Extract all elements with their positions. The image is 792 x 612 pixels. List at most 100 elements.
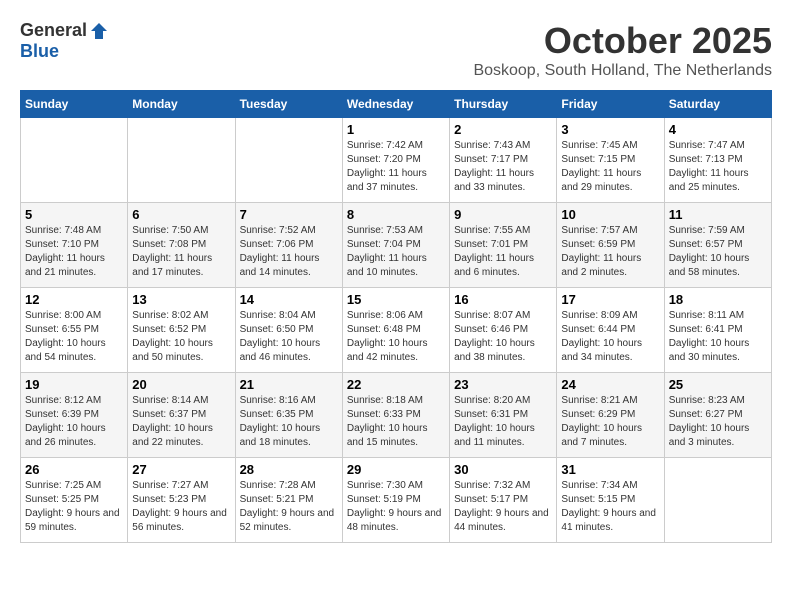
day-header-wednesday: Wednesday — [342, 91, 449, 118]
day-number: 3 — [561, 122, 659, 137]
calendar-cell: 25 Sunrise: 8:23 AM Sunset: 6:27 PM Dayli… — [664, 373, 771, 458]
day-number: 30 — [454, 462, 552, 477]
calendar-cell: 1Sunrise: 7:42 AM Sunset: 7:20 PM Daylig… — [342, 118, 449, 203]
day-info: Sunrise: 7:52 AM Sunset: 7:06 PM Dayligh… — [240, 224, 338, 280]
calendar-cell: 2 Sunrise: 7:43 AM Sunset: 7:17 PM Daylig… — [450, 118, 557, 203]
calendar-cell: 3 Sunrise: 7:45 AM Sunset: 7:15 PM Daylig… — [557, 118, 664, 203]
day-info: Sunrise: 8:18 AM Sunset: 6:33 PM Dayligh… — [347, 394, 445, 450]
day-header-sunday: Sunday — [21, 91, 128, 118]
day-info: Sunrise: 7:57 AM Sunset: 6:59 PM Dayligh… — [561, 224, 659, 280]
calendar-cell: 30 Sunrise: 7:32 AM Sunset: 5:17 PM Dayli… — [450, 458, 557, 543]
logo-general-text: General — [20, 20, 87, 41]
day-info: Sunrise: 7:30 AM Sunset: 5:19 PM Dayligh… — [347, 479, 445, 535]
calendar-cell: 21Sunrise: 8:16 AM Sunset: 6:35 PM Dayli… — [235, 373, 342, 458]
calendar-cell: 9 Sunrise: 7:55 AM Sunset: 7:01 PM Daylig… — [450, 203, 557, 288]
day-number: 5 — [25, 207, 123, 222]
day-number: 23 — [454, 377, 552, 392]
title-area: October 2025 Boskoop, South Holland, The… — [473, 20, 772, 80]
logo: General Blue — [20, 20, 109, 62]
calendar-week-row: 1Sunrise: 7:42 AM Sunset: 7:20 PM Daylig… — [21, 118, 772, 203]
day-header-friday: Friday — [557, 91, 664, 118]
calendar-cell — [21, 118, 128, 203]
day-number: 19 — [25, 377, 123, 392]
calendar-cell: 13 Sunrise: 8:02 AM Sunset: 6:52 PM Dayli… — [128, 288, 235, 373]
day-info: Sunrise: 7:50 AM Sunset: 7:08 PM Dayligh… — [132, 224, 230, 280]
calendar-cell: 24 Sunrise: 8:21 AM Sunset: 6:29 PM Dayli… — [557, 373, 664, 458]
location: Boskoop, South Holland, The Netherlands — [473, 62, 772, 80]
day-number: 25 — [669, 377, 767, 392]
day-number: 4 — [669, 122, 767, 137]
day-number: 26 — [25, 462, 123, 477]
day-number: 14 — [240, 292, 338, 307]
calendar-cell: 16 Sunrise: 8:07 AM Sunset: 6:46 PM Dayli… — [450, 288, 557, 373]
calendar-cell: 18 Sunrise: 8:11 AM Sunset: 6:41 PM Dayli… — [664, 288, 771, 373]
calendar-cell: 11Sunrise: 7:59 AM Sunset: 6:57 PM Dayli… — [664, 203, 771, 288]
calendar-cell: 26 Sunrise: 7:25 AM Sunset: 5:25 PM Dayli… — [21, 458, 128, 543]
calendar-cell: 5 Sunrise: 7:48 AM Sunset: 7:10 PM Daylig… — [21, 203, 128, 288]
day-number: 31 — [561, 462, 659, 477]
day-number: 8 — [347, 207, 445, 222]
day-number: 17 — [561, 292, 659, 307]
calendar-cell: 29 Sunrise: 7:30 AM Sunset: 5:19 PM Dayli… — [342, 458, 449, 543]
calendar-cell: 7 Sunrise: 7:52 AM Sunset: 7:06 PM Daylig… — [235, 203, 342, 288]
day-info: Sunrise: 7:34 AM Sunset: 5:15 PM Dayligh… — [561, 479, 659, 535]
day-number: 12 — [25, 292, 123, 307]
day-info: Sunrise: 7:43 AM Sunset: 7:17 PM Dayligh… — [454, 139, 552, 195]
calendar-cell: 6Sunrise: 7:50 AM Sunset: 7:08 PM Daylig… — [128, 203, 235, 288]
day-info: Sunrise: 7:45 AM Sunset: 7:15 PM Dayligh… — [561, 139, 659, 195]
day-info: Sunrise: 8:21 AM Sunset: 6:29 PM Dayligh… — [561, 394, 659, 450]
calendar-week-row: 19 Sunrise: 8:12 AM Sunset: 6:39 PM Dayli… — [21, 373, 772, 458]
day-info: Sunrise: 7:32 AM Sunset: 5:17 PM Dayligh… — [454, 479, 552, 535]
day-info: Sunrise: 8:12 AM Sunset: 6:39 PM Dayligh… — [25, 394, 123, 450]
day-number: 16 — [454, 292, 552, 307]
day-info: Sunrise: 8:23 AM Sunset: 6:27 PM Dayligh… — [669, 394, 767, 450]
day-info: Sunrise: 7:42 AM Sunset: 7:20 PM Dayligh… — [347, 139, 445, 195]
day-number: 24 — [561, 377, 659, 392]
day-info: Sunrise: 8:02 AM Sunset: 6:52 PM Dayligh… — [132, 309, 230, 365]
day-info: Sunrise: 8:06 AM Sunset: 6:48 PM Dayligh… — [347, 309, 445, 365]
day-info: Sunrise: 7:55 AM Sunset: 7:01 PM Dayligh… — [454, 224, 552, 280]
day-number: 22 — [347, 377, 445, 392]
calendar-cell: 8Sunrise: 7:53 AM Sunset: 7:04 PM Daylig… — [342, 203, 449, 288]
day-number: 18 — [669, 292, 767, 307]
calendar-week-row: 26 Sunrise: 7:25 AM Sunset: 5:25 PM Dayli… — [21, 458, 772, 543]
day-number: 20 — [132, 377, 230, 392]
day-header-tuesday: Tuesday — [235, 91, 342, 118]
logo-icon — [89, 21, 109, 41]
calendar-week-row: 12Sunrise: 8:00 AM Sunset: 6:55 PM Dayli… — [21, 288, 772, 373]
calendar-cell: 4Sunrise: 7:47 AM Sunset: 7:13 PM Daylig… — [664, 118, 771, 203]
day-number: 10 — [561, 207, 659, 222]
day-info: Sunrise: 7:48 AM Sunset: 7:10 PM Dayligh… — [25, 224, 123, 280]
logo-blue-text: Blue — [20, 41, 59, 62]
day-info: Sunrise: 7:25 AM Sunset: 5:25 PM Dayligh… — [25, 479, 123, 535]
calendar-cell — [128, 118, 235, 203]
calendar-cell: 31 Sunrise: 7:34 AM Sunset: 5:15 PM Dayli… — [557, 458, 664, 543]
calendar-cell: 17 Sunrise: 8:09 AM Sunset: 6:44 PM Dayli… — [557, 288, 664, 373]
day-number: 13 — [132, 292, 230, 307]
day-info: Sunrise: 7:28 AM Sunset: 5:21 PM Dayligh… — [240, 479, 338, 535]
calendar-cell: 22 Sunrise: 8:18 AM Sunset: 6:33 PM Dayli… — [342, 373, 449, 458]
day-info: Sunrise: 7:27 AM Sunset: 5:23 PM Dayligh… — [132, 479, 230, 535]
calendar-header-row: SundayMondayTuesdayWednesdayThursdayFrid… — [21, 91, 772, 118]
day-number: 2 — [454, 122, 552, 137]
header: General Blue October 2025 Boskoop, South… — [20, 20, 772, 80]
day-number: 27 — [132, 462, 230, 477]
day-header-monday: Monday — [128, 91, 235, 118]
day-info: Sunrise: 8:09 AM Sunset: 6:44 PM Dayligh… — [561, 309, 659, 365]
calendar-cell: 23Sunrise: 8:20 AM Sunset: 6:31 PM Dayli… — [450, 373, 557, 458]
day-number: 15 — [347, 292, 445, 307]
calendar-cell — [664, 458, 771, 543]
calendar-cell: 19 Sunrise: 8:12 AM Sunset: 6:39 PM Dayli… — [21, 373, 128, 458]
day-info: Sunrise: 8:07 AM Sunset: 6:46 PM Dayligh… — [454, 309, 552, 365]
calendar-table: SundayMondayTuesdayWednesdayThursdayFrid… — [20, 90, 772, 543]
day-number: 9 — [454, 207, 552, 222]
day-number: 28 — [240, 462, 338, 477]
calendar-cell — [235, 118, 342, 203]
calendar-cell: 10 Sunrise: 7:57 AM Sunset: 6:59 PM Dayli… — [557, 203, 664, 288]
day-info: Sunrise: 8:11 AM Sunset: 6:41 PM Dayligh… — [669, 309, 767, 365]
day-info: Sunrise: 8:04 AM Sunset: 6:50 PM Dayligh… — [240, 309, 338, 365]
month-title: October 2025 — [473, 20, 772, 62]
day-info: Sunrise: 7:59 AM Sunset: 6:57 PM Dayligh… — [669, 224, 767, 280]
day-number: 7 — [240, 207, 338, 222]
day-number: 29 — [347, 462, 445, 477]
